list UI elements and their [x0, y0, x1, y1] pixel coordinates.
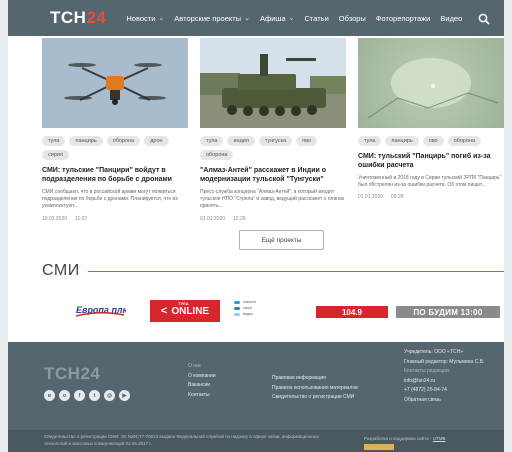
youtube-icon[interactable]: ▶	[119, 390, 130, 401]
chevron-down-icon: ⌄	[288, 15, 295, 22]
nav-item-video[interactable]: Видео	[440, 14, 462, 23]
partner-evropa-plus[interactable]: Европа плюс	[74, 300, 135, 320]
nav-item-reviews[interactable]: Обзоры	[339, 14, 366, 23]
tag[interactable]: сирия	[42, 150, 69, 160]
footer-phone-link[interactable]: +7 (4872) 25-84-74	[404, 386, 484, 396]
news-card[interactable]: тула индия тунгуска пво оборона "Алмаз-А…	[200, 38, 346, 222]
smi-section-header: СМИ	[42, 262, 504, 280]
media-partners: Европа плюс ТУЛА < ONLINE новости спорт …	[74, 296, 504, 326]
site-logo[interactable]: ТСН24	[50, 8, 106, 28]
footer-col-editorial: Учредитель: ООО «ТСН» Главный редактор: …	[404, 348, 484, 405]
tag[interactable]: панцирь	[385, 136, 419, 146]
nav-item-articles[interactable]: Статьи	[304, 14, 328, 23]
card-image-drone[interactable]	[42, 38, 188, 128]
footer-link-usage-rules[interactable]: Правила использования материалов	[272, 384, 358, 394]
footer-email-link[interactable]: info@tsn24.ru	[404, 377, 484, 387]
chevron-down-icon: ⌄	[158, 15, 165, 22]
tag[interactable]: дрон	[144, 136, 169, 146]
footer-link-vacancies[interactable]: Вакансии	[188, 381, 216, 391]
footer-bottom-bar: Свидетельство о регистрации СМИ: Эл №ФС7…	[8, 430, 504, 452]
tag[interactable]: тунгуска	[258, 136, 293, 146]
partner-radio-list[interactable]: новости спорт видео	[234, 300, 274, 322]
card-excerpt: СМИ сообщают, что в российской армии мог…	[42, 188, 178, 210]
card-date: 01.01.2020 12:29	[200, 215, 246, 222]
news-cards: тула панцирь оборона дрон сирия СМИ: тул…	[42, 38, 504, 222]
news-card[interactable]: тула панцирь пво оборона СМИ: тульский "…	[358, 38, 504, 222]
developer-link[interactable]: UTMB	[433, 436, 446, 441]
social-links: в о f t ◎ ▶	[44, 390, 130, 401]
partner-radio-1049[interactable]: 104.9	[316, 306, 388, 318]
card-tags: тула панцирь оборона дрон сирия	[42, 136, 188, 160]
age-badge	[364, 444, 394, 450]
footer-link-legal-info[interactable]: Правовая информация	[272, 374, 358, 384]
section-title: СМИ	[42, 262, 80, 279]
developer-credit: Разработка и поддержка сайта - UTMB	[364, 436, 446, 441]
card-tags: тула индия тунгуска пво оборона	[200, 136, 346, 160]
divider	[87, 270, 504, 272]
card-title[interactable]: СМИ: тульский "Панцирь" погиб из-за ошиб…	[358, 152, 504, 171]
tag[interactable]: оборона	[200, 150, 234, 160]
tag[interactable]: оборона	[106, 136, 141, 146]
nav-item-photo-reports[interactable]: Фоторепортажи	[376, 14, 431, 23]
footer-col-about: О нас О компании Вакансии Контакты	[188, 362, 216, 400]
main-nav: Новости ⌄ Авторские проекты ⌄ Афиша ⌄ Стать…	[126, 12, 494, 25]
card-title[interactable]: "Алмаз-Антей" расскажет в Индии о модерн…	[200, 166, 346, 185]
footer-col-legal: Правовая информация Правила использовани…	[272, 374, 358, 403]
facebook-icon[interactable]: f	[74, 390, 85, 401]
ok-icon[interactable]: о	[59, 390, 70, 401]
editor-text: Главный редактор: Мульмина С.В.	[404, 358, 485, 365]
page: ТСН24 Новости ⌄ Авторские проекты ⌄ Афиша ⌄…	[8, 0, 504, 452]
footer-col-heading: О нас	[188, 363, 202, 369]
nav-item-afisha[interactable]: Афиша ⌄	[260, 14, 295, 23]
twitter-icon[interactable]: t	[89, 390, 100, 401]
site-footer: ТСН24 в о f t ◎ ▶ О нас О компании Вакан…	[8, 342, 504, 452]
tag[interactable]: индия	[227, 136, 255, 146]
footer-link-contacts[interactable]: Контакты	[188, 391, 216, 401]
contacts-heading: Контакты редакции:	[404, 368, 451, 374]
feedback-link[interactable]: Обратная связь	[404, 396, 484, 406]
nav-item-author-projects[interactable]: Авторские проекты ⌄	[174, 14, 250, 23]
card-image-sky[interactable]	[358, 38, 504, 128]
tag[interactable]: пво	[296, 136, 318, 146]
card-image-vehicle[interactable]	[200, 38, 346, 128]
card-tags: тула панцирь пво оборона	[358, 136, 504, 146]
card-excerpt: Уничтоженный в 2018 году в Сирии тульски…	[358, 174, 502, 189]
founder-text: Учредитель: ООО «ТСН»	[404, 349, 463, 355]
partner-tula-online[interactable]: ТУЛА < ONLINE	[150, 300, 220, 322]
tag[interactable]: тула	[358, 136, 382, 146]
footer-link-registration[interactable]: Свидетельство о регистрации СМИ	[272, 393, 358, 403]
vk-icon[interactable]: в	[44, 390, 55, 401]
search-icon[interactable]	[478, 12, 490, 25]
partner-po-budim[interactable]: ПО БУДИМ 13:00	[396, 306, 500, 318]
site-header: ТСН24 Новости ⌄ Авторские проекты ⌄ Афиша ⌄…	[8, 0, 504, 36]
tag[interactable]: пво	[422, 136, 444, 146]
legal-notice: Свидетельство о регистрации СМИ: Эл №ФС7…	[44, 434, 320, 446]
tag[interactable]: тула	[200, 136, 224, 146]
card-excerpt: Пресс-служба концерна "Алмаз-Антей", в к…	[200, 188, 345, 210]
footer-link-about[interactable]: О компании	[188, 372, 216, 382]
card-date: 01.01.2020 09:28	[358, 194, 404, 201]
more-projects-button[interactable]: Ещё проекты	[239, 230, 324, 250]
tag[interactable]: оборона	[447, 136, 482, 146]
news-card[interactable]: тула панцирь оборона дрон сирия СМИ: тул…	[42, 38, 188, 222]
card-date: 10.02.2020 11:07	[42, 215, 88, 222]
nav-item-news[interactable]: Новости ⌄	[126, 14, 164, 23]
tag[interactable]: тула	[42, 136, 66, 146]
card-title[interactable]: СМИ: тульские "Панцири" войдут в подразд…	[42, 166, 188, 185]
chevron-down-icon: ⌄	[244, 15, 250, 22]
tag[interactable]: панцирь	[69, 136, 103, 146]
footer-logo[interactable]: ТСН24	[44, 364, 100, 384]
instagram-icon[interactable]: ◎	[104, 390, 115, 401]
